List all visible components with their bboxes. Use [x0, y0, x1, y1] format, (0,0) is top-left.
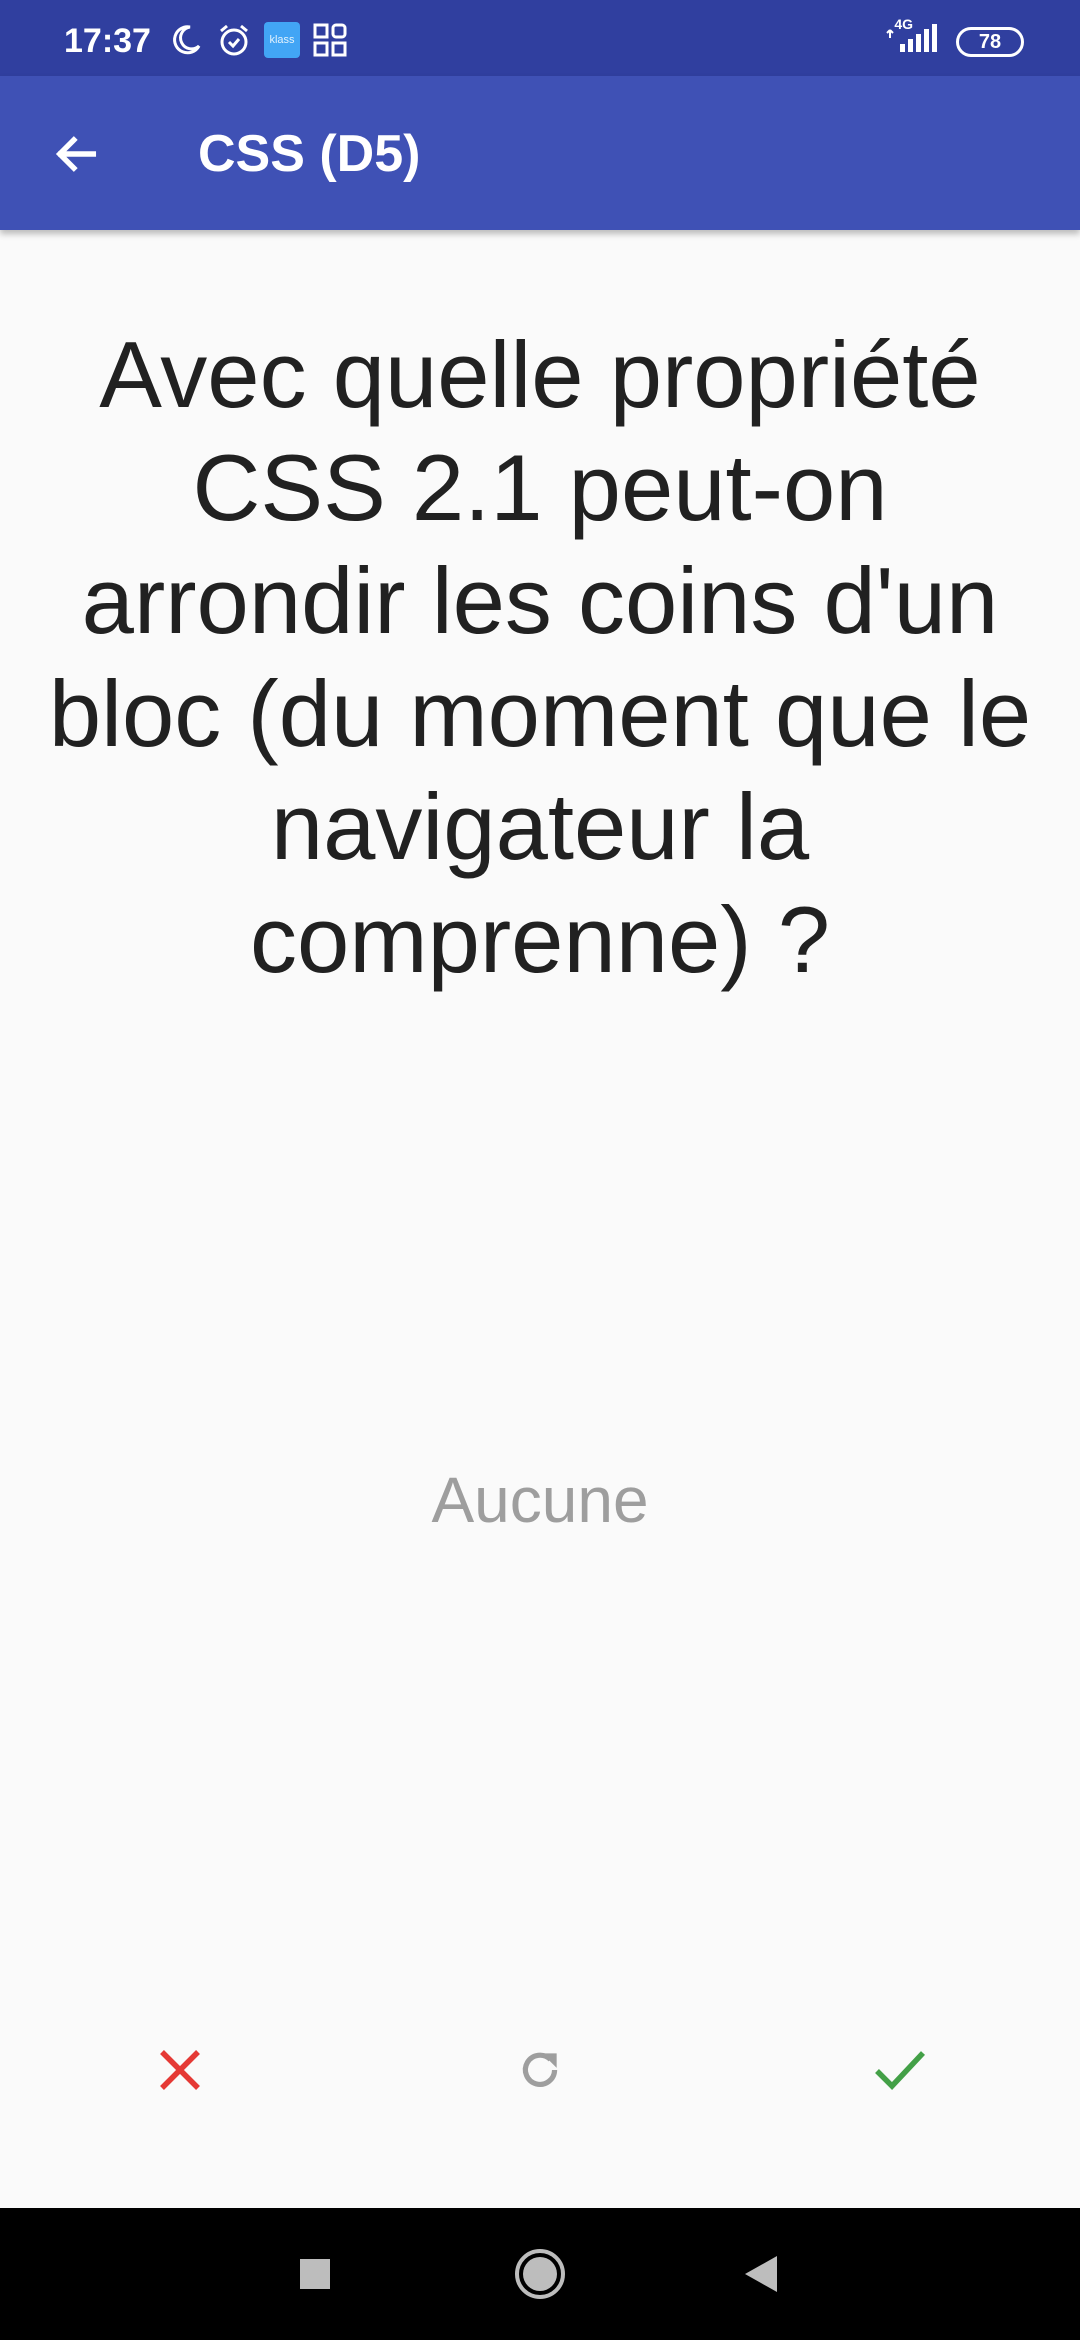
klass-app-icon: klass [264, 22, 300, 58]
status-bar: 17:37 klass 4G 78 [0, 0, 1080, 76]
navigation-bar [0, 2208, 1080, 2340]
signal-icon [886, 24, 942, 59]
status-system-icons: 78 [886, 24, 1024, 59]
moon-icon [168, 22, 204, 58]
wrong-button[interactable] [130, 2020, 230, 2120]
home-button[interactable] [500, 2234, 580, 2314]
back-button[interactable] [36, 114, 116, 194]
refresh-icon [522, 2052, 558, 2087]
status-notification-icons: klass [168, 22, 348, 58]
question-text: Avec quelle propriété CSS 2.1 peut-on ar… [48, 322, 1032, 992]
triangle-back-icon [745, 2256, 777, 2292]
retry-button[interactable] [490, 2020, 590, 2120]
circle-icon [515, 2249, 565, 2299]
close-icon [160, 2050, 200, 2090]
status-time: 17:37 [64, 22, 151, 60]
square-icon [300, 2259, 330, 2289]
alarm-icon [216, 22, 252, 58]
correct-button[interactable] [850, 2020, 950, 2120]
arrow-back-icon [55, 136, 97, 172]
grid-app-icon [312, 22, 348, 58]
answer-text: Aucune [431, 1464, 649, 1536]
app-bar: CSS (D5) [0, 76, 1080, 230]
battery-indicator: 78 [956, 26, 1024, 57]
page-title: CSS (D5) [198, 125, 421, 183]
nav-back-button[interactable] [720, 2234, 800, 2314]
recents-button[interactable] [275, 2234, 355, 2314]
check-icon [875, 2051, 926, 2090]
